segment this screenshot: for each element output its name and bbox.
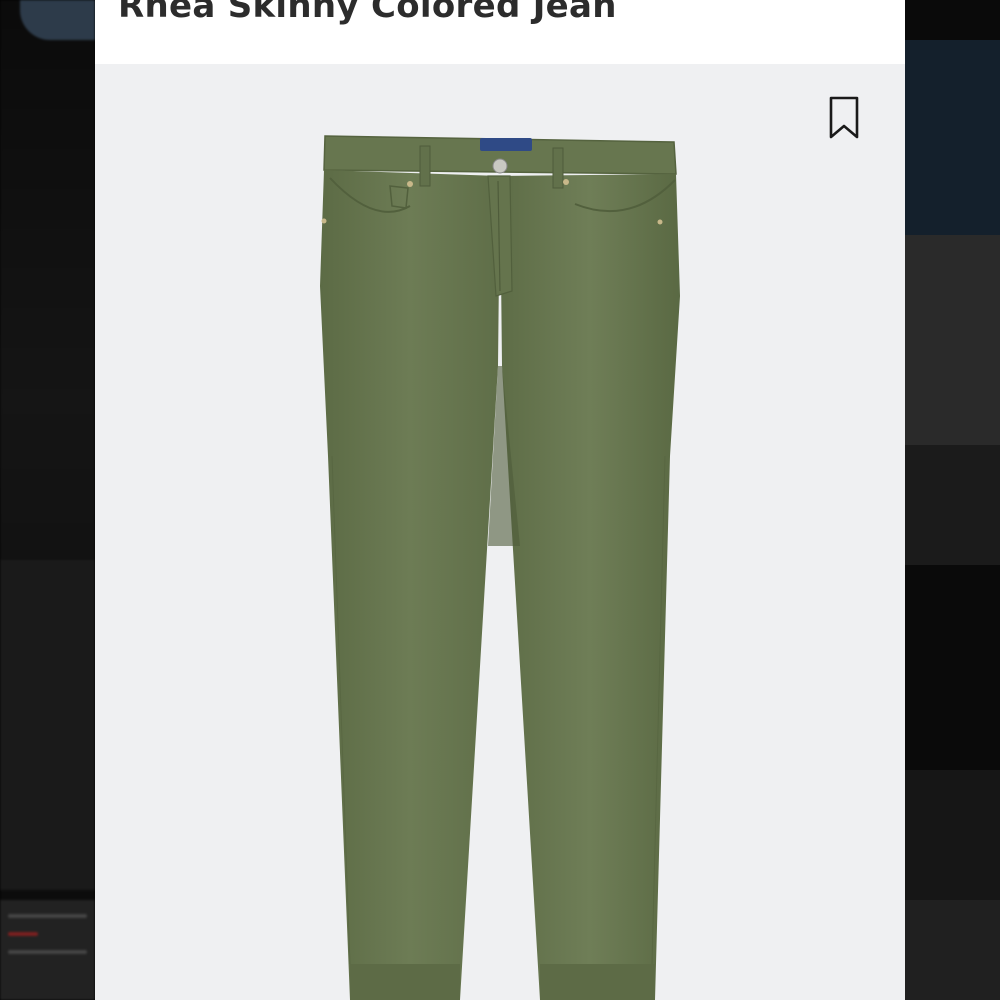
product-image[interactable] [310, 126, 690, 1000]
product-card: Rhea Skinny Colored Jean [95, 0, 905, 1000]
background-panel [0, 560, 95, 890]
background-panel [905, 445, 1000, 565]
background-thumbnail [20, 0, 95, 40]
background-panel [905, 235, 1000, 445]
product-title: Rhea Skinny Colored Jean [118, 0, 617, 26]
background-comment-strip [0, 900, 95, 1000]
background-panel [905, 770, 1000, 900]
background-app-right [905, 0, 1000, 1000]
background-app-left [0, 0, 95, 1000]
bookmark-icon [829, 96, 859, 139]
background-panel [905, 40, 1000, 235]
screen: Rhea Skinny Colored Jean [0, 0, 1000, 1000]
bookmark-button[interactable] [825, 95, 863, 141]
card-header: Rhea Skinny Colored Jean [95, 0, 905, 64]
background-panel [905, 900, 1000, 1000]
